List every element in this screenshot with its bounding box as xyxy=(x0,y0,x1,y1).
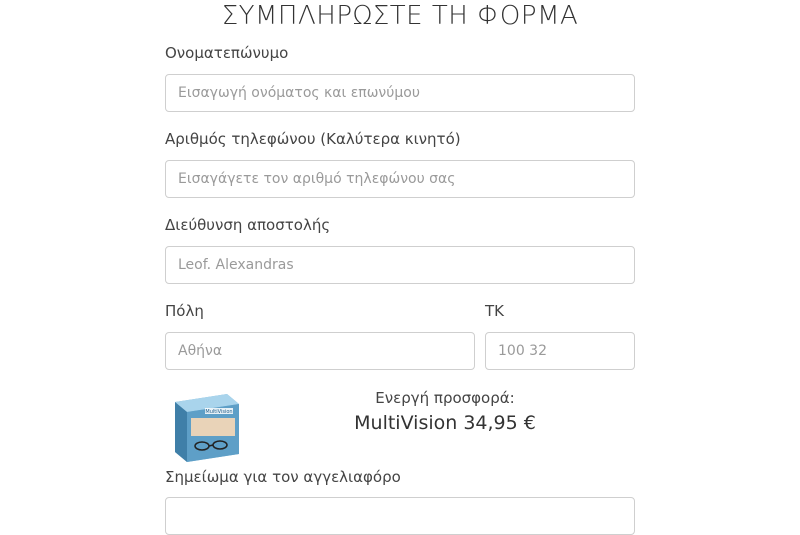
zip-label: ΤΚ xyxy=(485,302,504,320)
product-image: MultiVision xyxy=(165,388,247,464)
fullname-label: Ονοματεπώνυμο xyxy=(165,44,289,62)
city-input[interactable] xyxy=(165,332,475,370)
product-box-brand: MultiVision xyxy=(205,409,232,415)
zip-input[interactable] xyxy=(485,332,635,370)
offer-product-price: MultiVision 34,95 € xyxy=(354,412,536,434)
address-label: Διεύθυνση αποστολής xyxy=(165,216,331,234)
phone-label: Αριθμός τηλεφώνου (Καλύτερα κινητό) xyxy=(165,130,461,148)
notes-label: Σημείωμα για τον αγγελιαφόρο xyxy=(165,468,401,486)
phone-input[interactable] xyxy=(165,160,635,198)
form-title: ΣΥΜΠΛΗΡΩΣΤΕ ΤΗ ΦΟΡΜΑ xyxy=(221,1,579,31)
city-label: Πόλη xyxy=(165,302,204,320)
fullname-input[interactable] xyxy=(165,74,635,112)
offer-heading: Ενεργή προσφορά: xyxy=(375,389,515,407)
address-input[interactable] xyxy=(165,246,635,284)
notes-textarea[interactable] xyxy=(165,497,635,535)
